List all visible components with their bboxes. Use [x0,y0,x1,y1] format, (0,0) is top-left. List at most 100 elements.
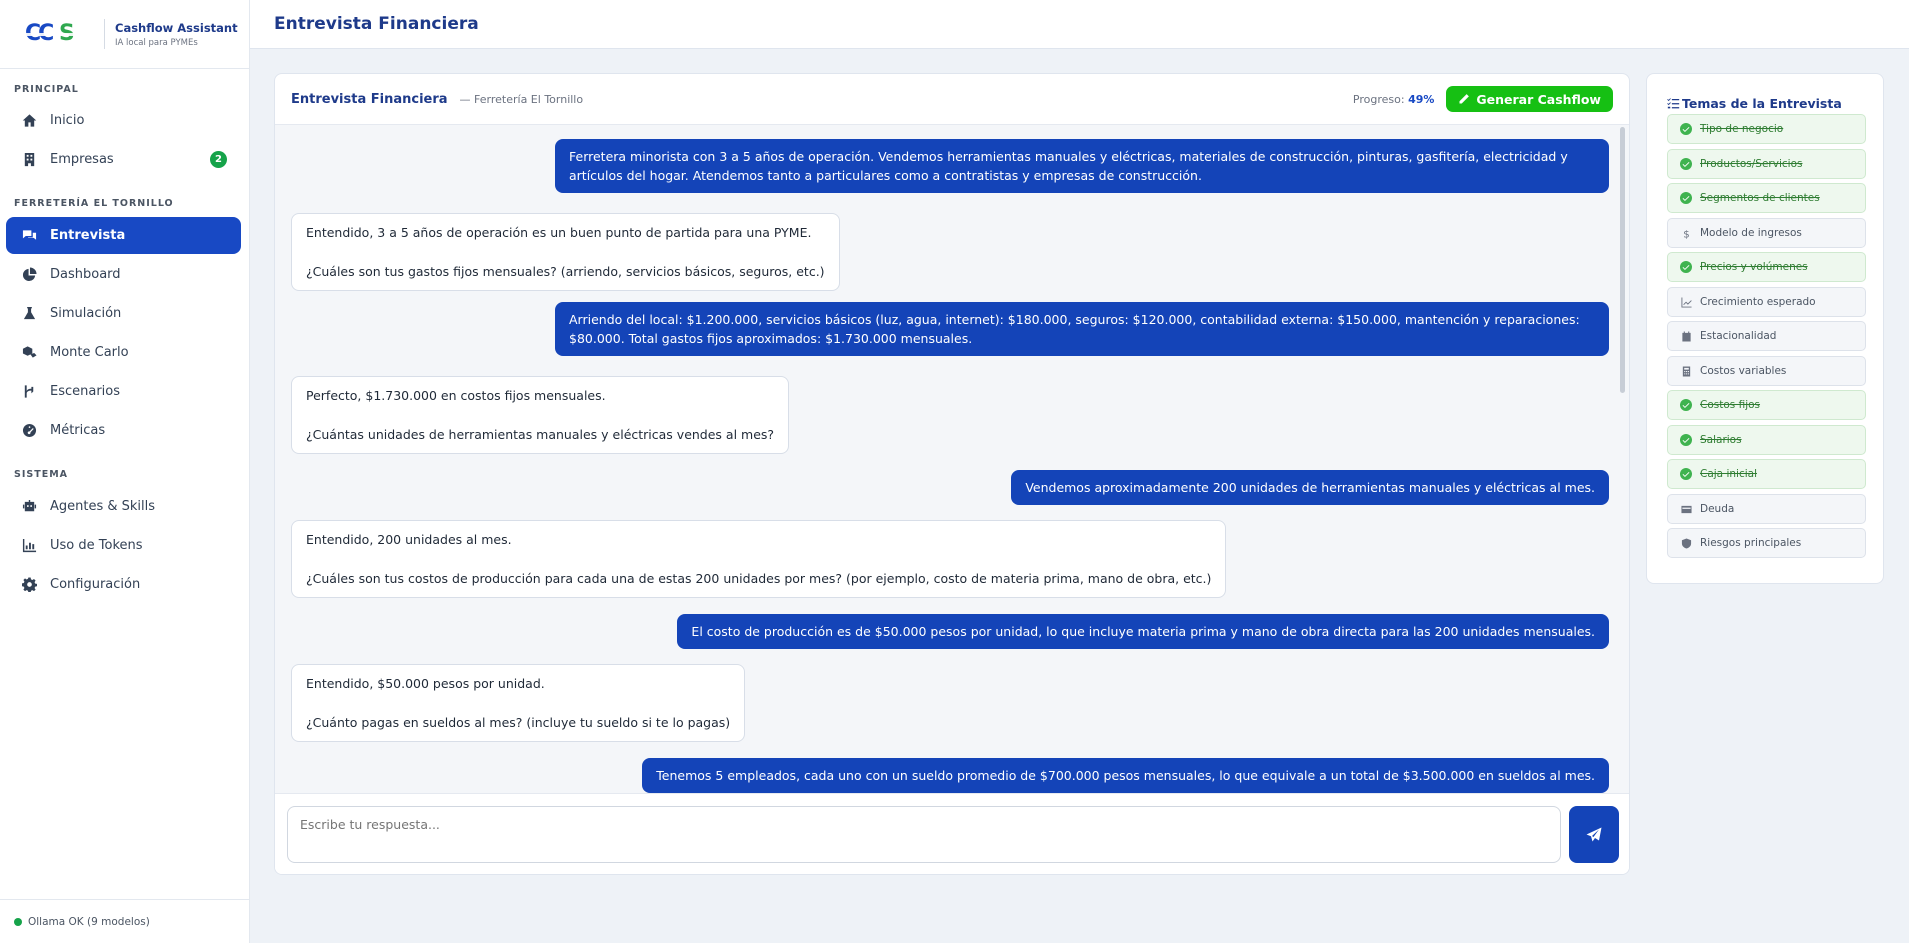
sidebar-item-monte-carlo[interactable]: Monte Carlo [6,334,241,371]
check-icon [1680,158,1692,170]
message-text: Vendemos aproximadamente 200 unidades de… [1025,480,1595,495]
sidebar-item-escenarios[interactable]: Escenarios [6,373,241,410]
chat-header: Entrevista Financiera — Ferretería El To… [275,74,1629,125]
topic-label: Precios y volúmenes [1700,261,1808,273]
message-text: Ferretera minorista con 3 a 5 años de op… [569,149,1568,183]
check-icon [1680,192,1692,204]
robot-icon [18,499,40,515]
topic-precios[interactable]: Precios y volúmenes [1667,252,1866,282]
pie-chart-icon [18,267,40,283]
shield-icon [1680,537,1692,549]
topic-productos[interactable]: Productos/Servicios [1667,149,1866,179]
list-check-icon [1667,98,1680,109]
ollama-status: Ollama OK (9 modelos) [0,899,250,943]
sidebar-item-agentes[interactable]: Agentes & Skills [6,488,241,525]
status-text: Ollama OK (9 modelos) [28,915,150,928]
sidebar-item-metricas[interactable]: Métricas [6,412,241,449]
flask-icon [18,306,40,322]
message-text: Perfecto, $1.730.000 en costos fijos men… [306,388,606,403]
message-text: Arriendo del local: $1.200.000, servicio… [569,312,1580,346]
sidebar-item-empresas[interactable]: Empresas 2 [6,141,241,178]
sidebar-item-inicio[interactable]: Inicio [6,102,241,139]
sidebar-item-label: Configuración [50,577,141,592]
dice-icon [18,345,40,361]
credit-card-icon [1680,503,1692,515]
topic-riesgos[interactable]: Riesgos principales [1667,528,1866,558]
page-title: Entrevista Financiera [274,14,479,34]
generate-cashflow-button[interactable]: Generar Cashflow [1446,86,1613,112]
topics-panel: Temas de la Entrevista Tipo de negocio P… [1646,73,1884,584]
check-icon [1680,468,1692,480]
topic-label: Caja inicial [1700,468,1757,480]
count-badge: 2 [210,151,227,168]
check-icon [1680,434,1692,446]
topic-label: Costos variables [1700,365,1787,377]
sidebar-item-label: Dashboard [50,267,121,282]
message-text: ¿Cuáles son tus gastos fijos mensuales? … [306,264,825,279]
topic-label: Costos fijos [1700,399,1761,411]
sidebar-item-label: Entrevista [50,228,126,243]
topic-costos-variables[interactable]: Costos variables [1667,356,1866,386]
progress-label: Progreso: [1352,92,1405,106]
topic-caja-inicial[interactable]: Caja inicial [1667,459,1866,489]
message-text: Entendido, $50.000 pesos por unidad. [306,676,545,691]
topic-salarios[interactable]: Salarios [1667,425,1866,455]
topic-segmentos[interactable]: Segmentos de clientes [1667,183,1866,213]
send-button[interactable] [1569,806,1619,863]
app-name: Cashflow Assistant [115,20,238,35]
message-text: ¿Cuáles son tus costos de producción par… [306,571,1212,586]
message-text: Entendido, 200 unidades al mes. [306,532,512,547]
branch-icon [18,384,40,400]
message-text: El costo de producción es de $50.000 pes… [691,624,1595,639]
gear-icon [18,577,40,593]
pencil-icon [1459,94,1470,104]
topic-estacionalidad[interactable]: Estacionalidad [1667,321,1866,351]
app-tagline: IA local para PYMEs [115,37,198,48]
progress-indicator: Progreso: 49% [1353,93,1435,106]
sidebar-item-configuracion[interactable]: Configuración [6,566,241,603]
send-icon [1586,827,1602,841]
check-icon [1680,399,1692,411]
sidebar-item-label: Uso de Tokens [50,538,143,553]
user-message: Vendemos aproximadamente 200 unidades de… [1011,470,1609,505]
section-company: FERRETERÍA EL TORNILLO [14,198,174,209]
response-input[interactable] [287,806,1561,863]
message-text: Entendido, 3 a 5 años de operación es un… [306,225,812,240]
calendar-icon [1680,330,1692,342]
topic-crecimiento[interactable]: Crecimiento esperado [1667,287,1866,317]
user-message: El costo de producción es de $50.000 pes… [677,614,1609,649]
message-text: Tenemos 5 empleados, cada uno con un sue… [656,768,1595,783]
sidebar: CC S Cashflow Assistant IA local para PY… [0,0,250,943]
ccs-logo[interactable]: CC S [14,19,92,49]
sidebar-item-label: Empresas [50,152,114,167]
message-text: ¿Cuánto pagas en sueldos al mes? (incluy… [306,715,731,730]
trend-icon [1680,296,1692,308]
chat-icon [18,228,40,244]
user-message: Ferretera minorista con 3 a 5 años de op… [555,139,1609,193]
chat-title: Entrevista Financiera [291,91,448,107]
brand-text: Cashflow Assistant IA local para PYMEs [115,21,238,48]
sidebar-item-label: Agentes & Skills [50,499,156,514]
message-scrollbar[interactable] [1620,127,1625,393]
message-text: ¿Cuántas unidades de herramientas manual… [306,427,775,442]
topic-modelo-ingresos[interactable]: $ Modelo de ingresos [1667,218,1866,248]
topic-label: Salarios [1700,434,1742,446]
topic-label: Crecimiento esperado [1700,296,1816,308]
topic-costos-fijos[interactable]: Costos fijos [1667,390,1866,420]
building-icon [18,152,40,168]
message-list[interactable]: Ferretera minorista con 3 a 5 años de op… [275,125,1629,793]
sidebar-item-entrevista[interactable]: Entrevista [6,217,241,254]
topic-deuda[interactable]: Deuda [1667,494,1866,524]
check-icon [1680,261,1692,273]
topics-header: Temas de la Entrevista [1667,96,1842,111]
sidebar-item-dashboard[interactable]: Dashboard [6,256,241,293]
sidebar-item-label: Inicio [50,113,85,128]
assistant-message: Entendido, 3 a 5 años de operación es un… [291,213,840,291]
brand: CC S Cashflow Assistant IA local para PY… [0,0,249,69]
sidebar-item-simulacion[interactable]: Simulación [6,295,241,332]
check-icon [1680,123,1692,135]
sidebar-item-tokens[interactable]: Uso de Tokens [6,527,241,564]
topic-label: Estacionalidad [1700,330,1777,342]
chat-panel: Entrevista Financiera — Ferretería El To… [274,73,1630,875]
topic-tipo-negocio[interactable]: Tipo de negocio [1667,114,1866,144]
